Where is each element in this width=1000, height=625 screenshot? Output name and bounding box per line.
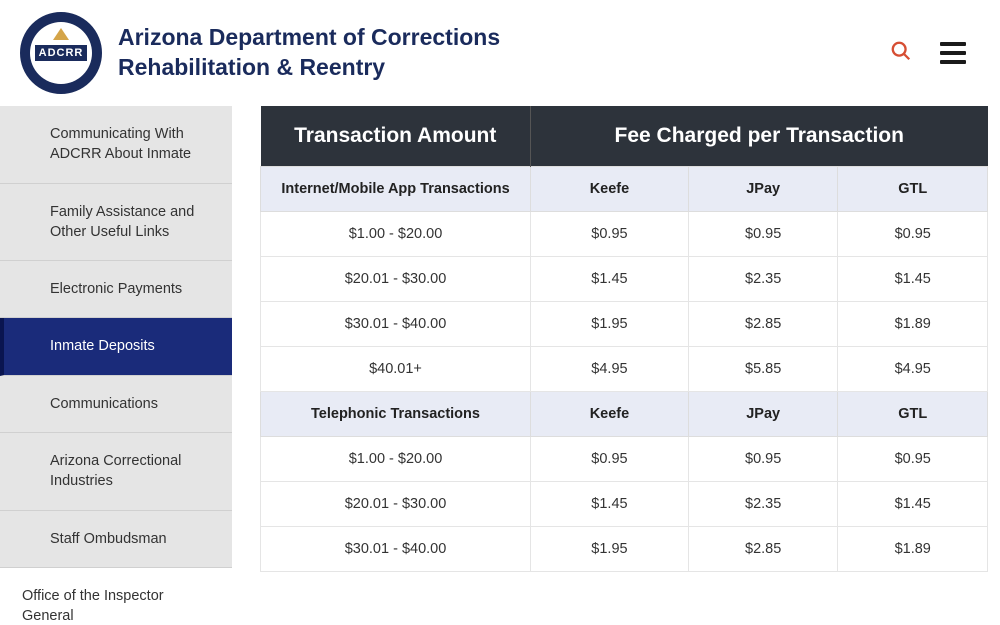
- fee-cell: $0.95: [688, 437, 838, 482]
- amount-range: $1.00 - $20.00: [261, 437, 531, 482]
- fee-cell: $1.95: [531, 302, 689, 347]
- fee-cell: $0.95: [688, 212, 838, 257]
- amount-range: $30.01 - $40.00: [261, 302, 531, 347]
- provider-header: Keefe: [531, 167, 689, 212]
- fee-cell: $2.85: [688, 302, 838, 347]
- sidebar-item-6[interactable]: Staff Ombudsman: [0, 511, 232, 568]
- table-header-amount: Transaction Amount: [261, 106, 531, 167]
- table-row: $30.01 - $40.00$1.95$2.85$1.89: [261, 527, 988, 572]
- fee-cell: $1.95: [531, 527, 689, 572]
- site-header: ADCRR Arizona Department of Corrections …: [0, 0, 1000, 106]
- amount-range: $40.01+: [261, 347, 531, 392]
- sidebar-item-3[interactable]: Inmate Deposits: [0, 318, 232, 375]
- fee-cell: $5.85: [688, 347, 838, 392]
- table-row: $1.00 - $20.00$0.95$0.95$0.95: [261, 437, 988, 482]
- sidebar-item-0[interactable]: Communicating With ADCRR About Inmate: [0, 106, 232, 184]
- sidebar-item-5[interactable]: Arizona Correctional Industries: [0, 433, 232, 511]
- provider-header: JPay: [688, 167, 838, 212]
- fee-cell: $1.45: [531, 257, 689, 302]
- fee-cell: $0.95: [531, 212, 689, 257]
- sidebar-nav: Communicating With ADCRR About InmateFam…: [0, 106, 232, 625]
- agency-logo[interactable]: ADCRR: [20, 12, 102, 94]
- logo-abbrev: ADCRR: [35, 45, 88, 61]
- search-icon[interactable]: [890, 40, 912, 67]
- fee-cell: $0.95: [531, 437, 689, 482]
- provider-header: GTL: [838, 392, 988, 437]
- fee-cell: $1.45: [531, 482, 689, 527]
- title-line-2: Rehabilitation & Reentry: [118, 54, 385, 80]
- main-content: Transaction Amount Fee Charged per Trans…: [232, 106, 1000, 625]
- fee-cell: $2.35: [688, 257, 838, 302]
- sidebar-item-2[interactable]: Electronic Payments: [0, 261, 232, 318]
- sidebar-item-7[interactable]: Office of the Inspector General: [0, 568, 232, 625]
- title-line-1: Arizona Department of Corrections: [118, 24, 500, 50]
- fee-cell: $1.89: [838, 302, 988, 347]
- fee-cell: $4.95: [531, 347, 689, 392]
- fee-cell: $4.95: [838, 347, 988, 392]
- fee-cell: $1.45: [838, 482, 988, 527]
- table-row: $1.00 - $20.00$0.95$0.95$0.95: [261, 212, 988, 257]
- fee-cell: $0.95: [838, 212, 988, 257]
- fee-cell: $1.89: [838, 527, 988, 572]
- provider-header: Keefe: [531, 392, 689, 437]
- amount-range: $1.00 - $20.00: [261, 212, 531, 257]
- site-title: Arizona Department of Corrections Rehabi…: [118, 23, 890, 83]
- amount-range: $30.01 - $40.00: [261, 527, 531, 572]
- table-row: $20.01 - $30.00$1.45$2.35$1.45: [261, 257, 988, 302]
- sidebar-item-1[interactable]: Family Assistance and Other Useful Links: [0, 184, 232, 262]
- provider-header: GTL: [838, 167, 988, 212]
- provider-header: JPay: [688, 392, 838, 437]
- section-title: Telephonic Transactions: [261, 392, 531, 437]
- amount-range: $20.01 - $30.00: [261, 257, 531, 302]
- table-row: $30.01 - $40.00$1.95$2.85$1.89: [261, 302, 988, 347]
- table-row: $40.01+$4.95$5.85$4.95: [261, 347, 988, 392]
- fee-table: Transaction Amount Fee Charged per Trans…: [260, 106, 988, 572]
- table-header-fee: Fee Charged per Transaction: [531, 106, 988, 167]
- table-row: $20.01 - $30.00$1.45$2.35$1.45: [261, 482, 988, 527]
- fee-cell: $2.35: [688, 482, 838, 527]
- fee-cell: $0.95: [838, 437, 988, 482]
- amount-range: $20.01 - $30.00: [261, 482, 531, 527]
- section-title: Internet/Mobile App Transactions: [261, 167, 531, 212]
- sidebar-item-4[interactable]: Communications: [0, 376, 232, 433]
- hamburger-menu-icon[interactable]: [940, 42, 966, 64]
- fee-cell: $1.45: [838, 257, 988, 302]
- fee-cell: $2.85: [688, 527, 838, 572]
